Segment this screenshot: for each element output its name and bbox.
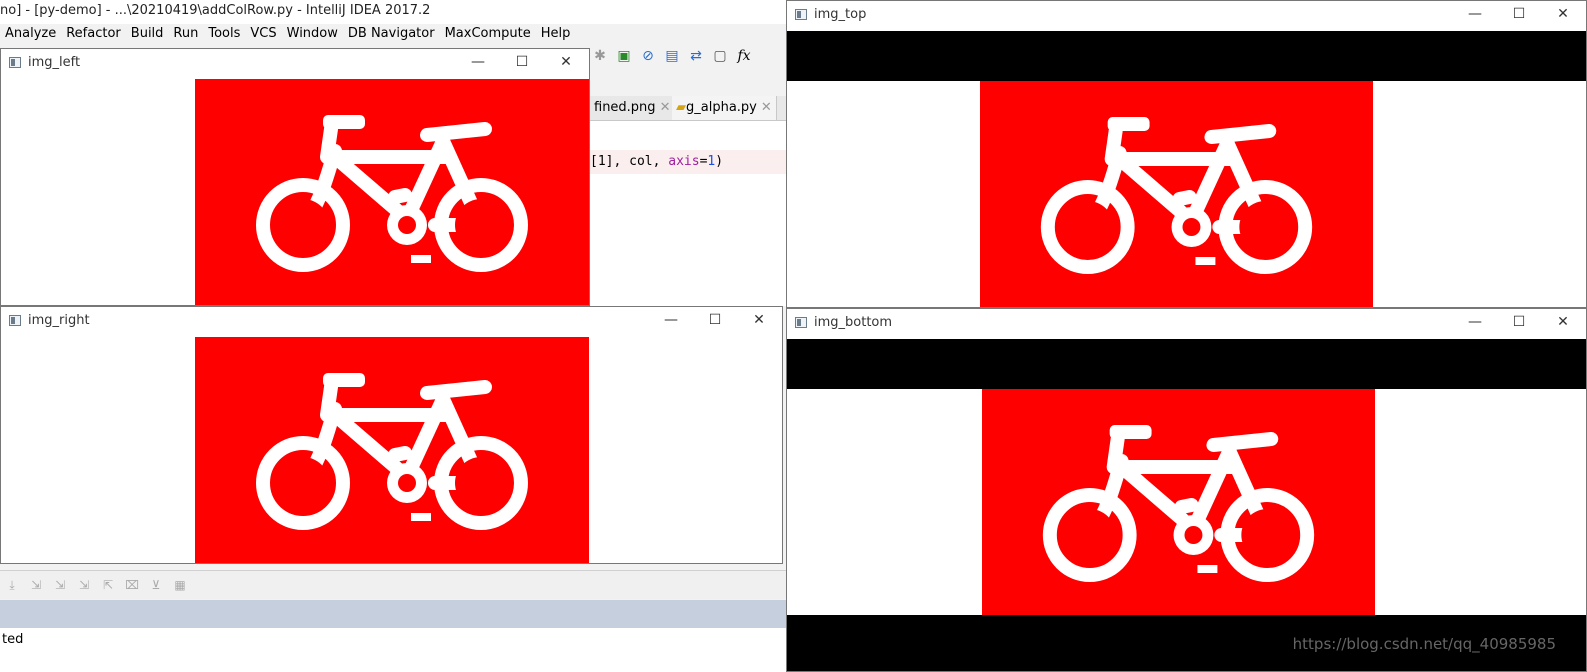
code-keyword: axis	[668, 154, 700, 169]
menu-build[interactable]: Build	[126, 24, 169, 44]
scroll-to-end-icon[interactable]: ⤓	[2, 575, 22, 595]
minimize-icon[interactable]: —	[660, 309, 682, 331]
bicycle-icon	[1040, 117, 1313, 274]
window-img-right[interactable]: img_right — ☐ ✕	[0, 306, 783, 564]
close-icon[interactable]: ✕	[555, 51, 577, 73]
menu-help[interactable]: Help	[536, 24, 576, 44]
maximize-icon[interactable]: ☐	[1508, 311, 1530, 333]
up-arrow-icon[interactable]: ⇱	[98, 575, 118, 595]
code-editor[interactable]	[590, 121, 800, 306]
menu-vcs[interactable]: VCS	[245, 24, 281, 44]
bicycle-icon	[1042, 425, 1315, 582]
maximize-icon[interactable]: ☐	[1508, 3, 1530, 25]
function-icon[interactable]: fx	[734, 46, 754, 66]
bicycle-sign	[195, 79, 589, 305]
table-icon[interactable]: ▦	[170, 575, 190, 595]
tab-label: fined.png	[594, 100, 656, 115]
window-title: img_bottom	[814, 315, 893, 330]
bicycle-icon	[256, 373, 528, 530]
status-text: ted	[2, 632, 24, 647]
menu-db-navigator[interactable]: DB Navigator	[343, 24, 440, 44]
code-line: [1], col, axis=1)	[590, 150, 800, 174]
menu-analyze[interactable]: Analyze	[0, 24, 61, 44]
minimize-icon[interactable]: —	[467, 51, 489, 73]
close-icon[interactable]: ✕	[1552, 3, 1574, 25]
tab-label: g_alpha.py	[686, 100, 757, 115]
clear-icon[interactable]: ⌧	[122, 575, 142, 595]
download-icon[interactable]: ⇲	[26, 575, 46, 595]
black-border-top	[787, 339, 1586, 389]
window-img-left[interactable]: img_left — ☐ ✕	[0, 48, 590, 306]
tab-close-icon[interactable]: ✕	[761, 100, 772, 115]
bicycle-sign	[980, 81, 1373, 307]
ide-toolbar: ✱ ▣ ⊘ ▤ ⇄ ▢ fx	[590, 46, 790, 70]
window-title: img_left	[28, 55, 81, 70]
maximize-icon[interactable]: ☐	[511, 51, 533, 73]
window-app-icon	[9, 57, 21, 68]
filter-icon[interactable]: ⊻	[146, 575, 166, 595]
ide-title-bar: no] - [py-demo] - ...\20210419\addColRow…	[0, 0, 800, 24]
image-canvas	[787, 339, 1586, 671]
code-paren: )	[715, 154, 724, 169]
window-title: img_top	[814, 7, 867, 22]
maximize-icon[interactable]: ☐	[704, 309, 726, 331]
run-panel-header	[0, 600, 790, 628]
black-border-top	[787, 31, 1586, 81]
menu-refactor[interactable]: Refactor	[61, 24, 126, 44]
export-icon[interactable]: ⇲	[74, 575, 94, 595]
bicycle-sign	[195, 337, 589, 563]
list-icon[interactable]: ▤	[662, 46, 682, 66]
stop-icon[interactable]: ⊘	[638, 46, 658, 66]
window-title-bar[interactable]: img_bottom — ☐ ✕	[787, 309, 1586, 337]
close-icon[interactable]: ✕	[748, 309, 770, 331]
minimize-icon[interactable]: —	[1464, 311, 1486, 333]
close-icon[interactable]: ✕	[1552, 311, 1574, 333]
monitor-icon[interactable]: ▣	[614, 46, 634, 66]
image-canvas	[1, 337, 782, 563]
window-img-top[interactable]: img_top — ☐ ✕	[786, 0, 1587, 308]
tab-g-alpha-py[interactable]: ▰g_alpha.py ✕	[672, 96, 777, 120]
window-title-bar[interactable]: img_right — ☐ ✕	[1, 307, 782, 335]
window-app-icon	[9, 315, 21, 326]
python-file-icon: ▰	[676, 100, 686, 115]
clipboard-icon[interactable]: ▢	[710, 46, 730, 66]
tab-fined-png[interactable]: fined.png ✕	[590, 96, 676, 120]
menu-run[interactable]: Run	[168, 24, 203, 44]
run-toolbar: ⤓ ⇲ ⇲ ⇲ ⇱ ⌧ ⊻ ▦	[0, 570, 790, 599]
import-icon[interactable]: ⇲	[50, 575, 70, 595]
window-title: img_right	[28, 313, 90, 328]
code-text: [1], col,	[590, 154, 669, 169]
debug-bug-icon[interactable]: ✱	[590, 46, 610, 66]
window-title-bar[interactable]: img_top — ☐ ✕	[787, 1, 1586, 29]
menu-maxcompute[interactable]: MaxCompute	[440, 24, 536, 44]
tab-close-icon[interactable]: ✕	[660, 100, 671, 115]
window-app-icon	[795, 9, 807, 20]
image-canvas	[1, 79, 589, 305]
minimize-icon[interactable]: —	[1464, 3, 1486, 25]
window-img-bottom[interactable]: img_bottom — ☐ ✕ https://blog.csdn.net/q…	[786, 308, 1587, 672]
bicycle-icon	[256, 115, 528, 272]
watermark-text: https://blog.csdn.net/qq_40985985	[1292, 635, 1556, 653]
ide-menubar: Analyze Refactor Build Run Tools VCS Window DB …	[0, 24, 800, 46]
arrows-icon[interactable]: ⇄	[686, 46, 706, 66]
bicycle-sign	[982, 389, 1375, 615]
menu-tools[interactable]: Tools	[203, 24, 245, 44]
window-app-icon	[795, 317, 807, 328]
window-title-bar[interactable]: img_left — ☐ ✕	[1, 49, 589, 77]
editor-tab-bar: fined.png ✕ ▰g_alpha.py ✕	[590, 96, 790, 121]
menu-window[interactable]: Window	[282, 24, 343, 44]
status-area	[0, 628, 790, 672]
image-canvas	[787, 31, 1586, 307]
